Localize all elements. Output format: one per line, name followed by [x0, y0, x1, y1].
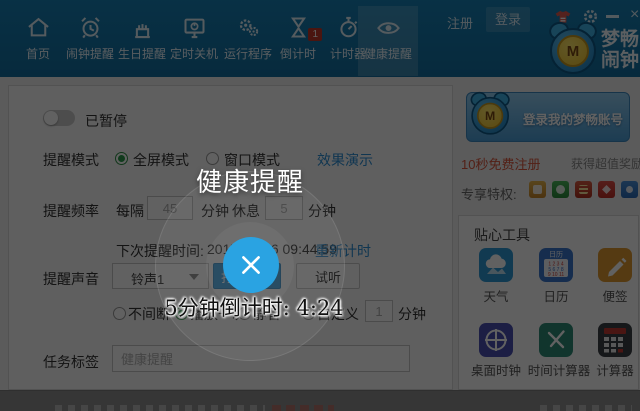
close-x-icon: [238, 252, 264, 278]
app-window: 注册 登录 × 首页 闹钟提醒 生日提醒 定时关机 运行程序 1 倒计时: [0, 0, 640, 411]
overlay-countdown: 5分钟倒计时: 4:24: [140, 292, 368, 322]
overlay-title: 健康提醒: [148, 162, 352, 199]
overlay-close-button[interactable]: [223, 237, 279, 293]
